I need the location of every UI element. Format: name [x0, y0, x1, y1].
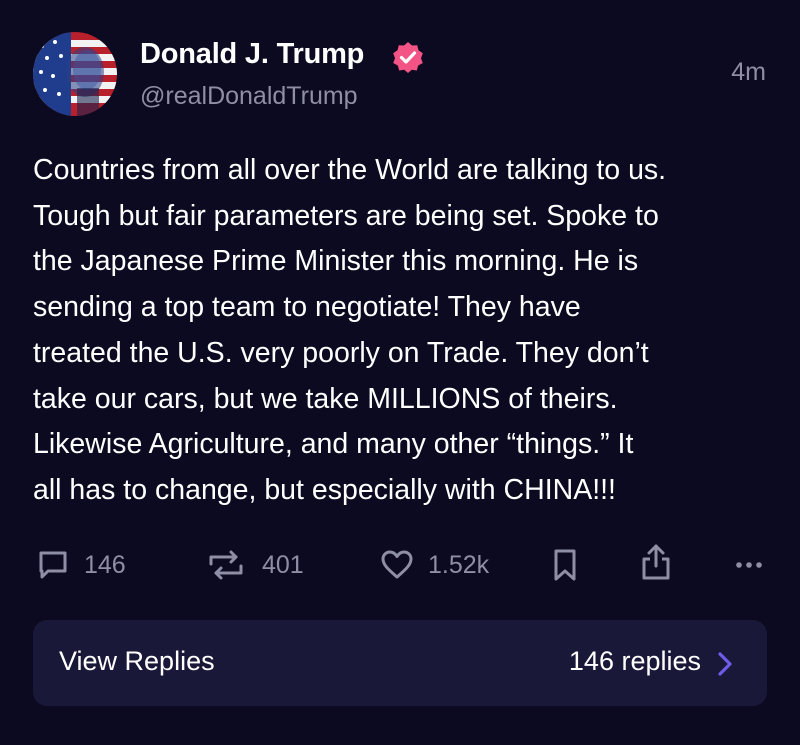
- view-replies-label: View Replies: [59, 646, 215, 676]
- share-icon: [642, 544, 670, 580]
- author-handle[interactable]: @realDonaldTrump: [140, 82, 358, 111]
- repost-button[interactable]: 401: [204, 543, 304, 587]
- flag-portrait-avatar: [33, 32, 117, 116]
- post-timestamp: 4m: [731, 58, 766, 86]
- repost-count: 401: [262, 550, 304, 579]
- verified-badge-icon: [393, 42, 423, 73]
- post-text: Countries from all over the World are ta…: [33, 154, 667, 506]
- more-options-icon: [736, 562, 762, 568]
- heart-icon: [381, 550, 413, 579]
- repost-icon: [209, 550, 243, 580]
- like-count: 1.52k: [428, 550, 490, 579]
- more-options-button[interactable]: [732, 543, 766, 587]
- bookmark-button[interactable]: [550, 543, 580, 587]
- author-name[interactable]: Donald J. Trump: [140, 38, 364, 71]
- chevron-right-icon: [718, 652, 732, 676]
- author-avatar[interactable]: [33, 32, 117, 116]
- share-button[interactable]: [639, 540, 673, 584]
- reply-button[interactable]: 146: [36, 543, 126, 587]
- bookmark-icon: [554, 549, 576, 581]
- replies-count-label: 146 replies: [568, 646, 701, 676]
- view-replies-button[interactable]: View Replies 146 replies: [33, 620, 767, 706]
- comment-icon: [39, 551, 67, 579]
- like-button[interactable]: 1.52k: [380, 543, 489, 587]
- post-card: Donald J. Trump @realDonaldTrump 4m Coun…: [0, 0, 800, 745]
- reply-count: 146: [84, 550, 126, 579]
